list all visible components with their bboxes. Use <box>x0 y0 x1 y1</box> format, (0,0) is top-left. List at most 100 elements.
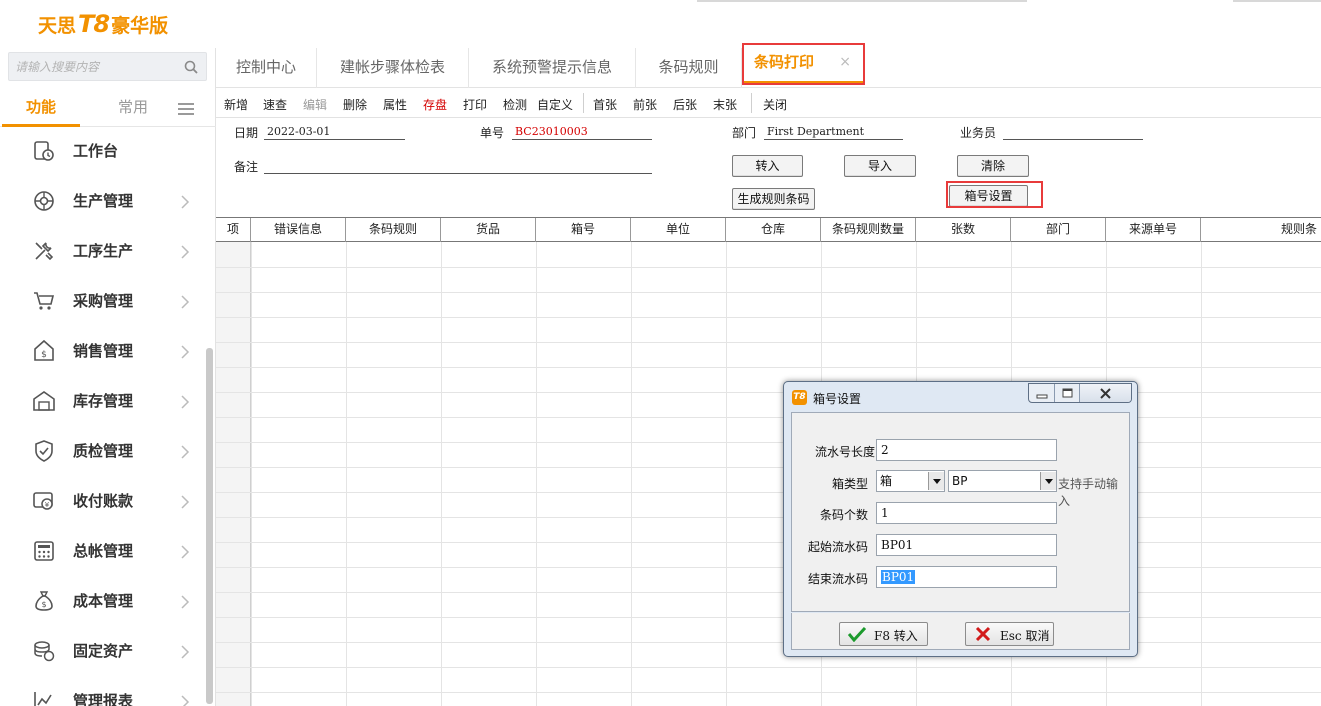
column-header[interactable]: 单位 <box>631 218 726 242</box>
row-number-column <box>216 242 251 706</box>
edit-button[interactable]: 编辑 <box>303 96 327 113</box>
start-serial-input[interactable] <box>876 534 1057 556</box>
grid-column-line <box>726 242 727 706</box>
delete-button[interactable]: 删除 <box>343 96 367 113</box>
column-header[interactable]: 张数 <box>916 218 1011 242</box>
date-field[interactable] <box>264 124 405 140</box>
sidebar-item-purchase[interactable]: 采购管理 <box>0 277 206 327</box>
selected-value: 箱 <box>880 474 893 488</box>
end-serial-input[interactable]: BP01 <box>876 566 1057 588</box>
prev-record-button[interactable]: 前张 <box>633 96 657 113</box>
sidebar-item-inventory[interactable]: 库存管理 <box>0 377 206 427</box>
check-button[interactable]: 检测 <box>503 96 527 113</box>
sidebar-search <box>8 52 207 81</box>
next-record-button[interactable]: 后张 <box>673 96 697 113</box>
tab-control-center[interactable]: 控制中心 <box>216 48 317 88</box>
toolbar-divider <box>751 93 752 113</box>
dialog-titlebar[interactable]: T8 箱号设置 <box>784 382 1137 411</box>
customize-button[interactable]: 自定义 <box>537 96 573 113</box>
sidebar-item-label: 生产管理 <box>73 192 134 210</box>
tab-system-alerts[interactable]: 系统预警提示信息 <box>469 48 636 88</box>
column-header[interactable]: 条码规则 <box>346 218 441 242</box>
grid-row-line <box>216 317 1321 318</box>
tab-favorites[interactable]: 常用 <box>80 90 186 127</box>
last-record-button[interactable]: 末张 <box>713 96 737 113</box>
sidebar-item-process[interactable]: 工序生产 <box>0 227 206 277</box>
shield-check-icon <box>35 440 53 462</box>
quick-search-button[interactable]: 速查 <box>263 96 287 113</box>
dropdown-arrow[interactable] <box>928 472 944 490</box>
close-icon[interactable]: × <box>839 45 851 79</box>
sidebar: 功能 常用 工作台 生产管理 工序生产 <box>0 48 216 706</box>
sidebar-item-production[interactable]: 生产管理 <box>0 177 206 227</box>
barcode-count-input[interactable] <box>876 502 1057 524</box>
sidebar-item-label: 采购管理 <box>73 292 134 310</box>
column-header[interactable]: 仓库 <box>726 218 821 242</box>
grid-row-line <box>216 592 1321 593</box>
clear-button[interactable]: 清除 <box>957 155 1029 177</box>
column-header[interactable]: 货品 <box>441 218 536 242</box>
salesperson-field[interactable] <box>1003 124 1143 140</box>
grid-column-line <box>1201 242 1202 706</box>
serial-length-input[interactable] <box>876 439 1057 461</box>
import-button[interactable]: 导入 <box>844 155 916 177</box>
tab-functions[interactable]: 功能 <box>2 90 80 127</box>
sidebar-item-label: 库存管理 <box>73 392 134 410</box>
print-button[interactable]: 打印 <box>463 96 487 113</box>
close-button[interactable]: 关闭 <box>763 96 787 113</box>
generate-barcodes-button[interactable]: 生成规则条码 <box>732 188 815 210</box>
barcode-count-label: 条码个数 <box>819 508 868 522</box>
sidebar-item-quality[interactable]: 质检管理 <box>0 427 206 477</box>
cancel-button[interactable]: Esc 取消 <box>965 622 1054 646</box>
properties-button[interactable]: 属性 <box>383 96 407 113</box>
sidebar-scrollbar[interactable] <box>206 348 213 704</box>
chevron-right-icon <box>181 445 190 459</box>
search-input[interactable] <box>15 58 175 76</box>
column-header[interactable]: 部门 <box>1011 218 1106 242</box>
hamburger-icon[interactable] <box>178 102 194 116</box>
sidebar-tabs: 功能 常用 <box>0 90 216 127</box>
sidebar-item-sales[interactable]: $ 销售管理 <box>0 327 206 377</box>
search-icon[interactable] <box>184 60 198 74</box>
column-header[interactable]: 规则条 <box>1201 218 1321 242</box>
sidebar-item-fixed-assets[interactable]: 固定资产 <box>0 627 206 677</box>
window-controls <box>1028 383 1132 403</box>
window-close-button[interactable] <box>1080 384 1131 402</box>
save-button[interactable]: 存盘 <box>423 96 447 113</box>
column-header[interactable]: 条码规则数量 <box>821 218 916 242</box>
column-header[interactable]: 来源单号 <box>1106 218 1201 242</box>
grid-row-line <box>216 292 1321 293</box>
sidebar-item-workbench[interactable]: 工作台 <box>0 127 206 177</box>
confirm-button[interactable]: F8 转入 <box>839 622 928 646</box>
sidebar-item-reports[interactable]: 管理报表 <box>0 677 206 706</box>
column-header[interactable]: 错误信息 <box>251 218 346 242</box>
grid-row-line <box>216 417 1321 418</box>
doc-no-label: 单号 <box>480 126 505 140</box>
new-button[interactable]: 新增 <box>224 96 248 113</box>
remark-field[interactable] <box>264 158 652 174</box>
box-prefix-select[interactable]: BP <box>948 470 1057 492</box>
box-type-select[interactable]: 箱 <box>876 470 945 492</box>
grid-column-line <box>251 242 252 706</box>
selected-value: BP <box>952 474 968 488</box>
tab-bar: 控制中心 建帐步骤体检表 系统预警提示信息 条码规则 条码打印 × <box>216 43 1321 88</box>
import-in-button[interactable]: 转入 <box>732 155 803 177</box>
grid-row-line <box>216 517 1321 518</box>
svg-text:$: $ <box>41 600 46 609</box>
doc-no-field[interactable] <box>512 124 652 140</box>
dropdown-arrow[interactable] <box>1040 472 1056 490</box>
column-header[interactable]: 箱号 <box>536 218 631 242</box>
tab-barcode-print[interactable]: 条码打印 × <box>742 43 865 85</box>
tab-barcode-rules[interactable]: 条码规则 <box>636 48 742 88</box>
sidebar-item-payments[interactable]: ¥ 收付账款 <box>0 477 206 527</box>
sidebar-item-cost[interactable]: $ 成本管理 <box>0 577 206 627</box>
sidebar-item-ledger[interactable]: 总帐管理 <box>0 527 206 577</box>
maximize-button[interactable] <box>1055 384 1080 402</box>
department-field[interactable] <box>764 124 903 140</box>
toolbar: 新增 速查 编辑 删除 属性 存盘 打印 检测 自定义 首张 前张 后张 末张 … <box>216 89 1321 118</box>
column-header[interactable]: 项 <box>216 218 251 242</box>
tab-setup-checklist[interactable]: 建帐步骤体检表 <box>317 48 469 88</box>
minimize-button[interactable] <box>1029 384 1055 402</box>
grid-body[interactable] <box>216 242 1321 706</box>
first-record-button[interactable]: 首张 <box>593 96 617 113</box>
